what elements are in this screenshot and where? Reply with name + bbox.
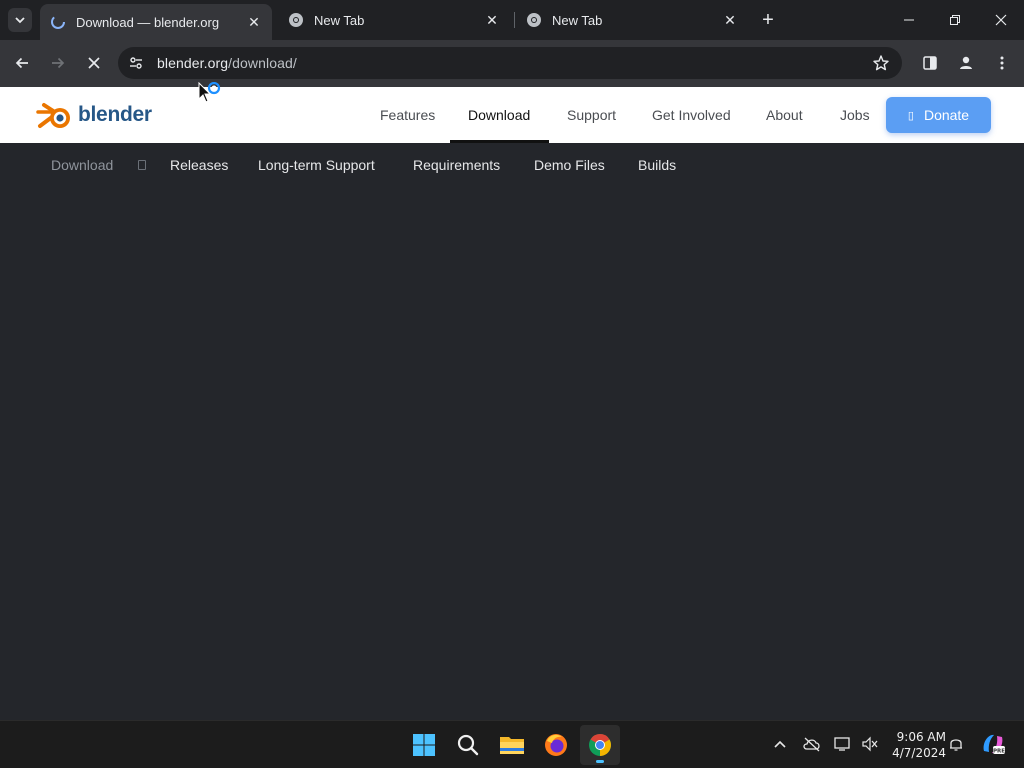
network-tray-button[interactable] [832, 733, 854, 755]
close-tab-icon[interactable]: ✕ [484, 12, 500, 28]
tab-download-blender[interactable]: Download — blender.org ✕ [40, 4, 272, 40]
menu-button[interactable] [987, 48, 1017, 78]
chevron-up-icon [774, 740, 786, 748]
close-window-button[interactable] [978, 0, 1024, 40]
tab-strip: Download — blender.org ✕ New Tab ✕ New T… [0, 0, 1024, 40]
blender-logo[interactable]: blender [36, 98, 152, 132]
system-clock[interactable]: 9:06 AM 4/7/2024 [886, 729, 946, 761]
restore-icon [950, 15, 960, 25]
tab-title: New Tab [552, 12, 603, 28]
site-settings-icon[interactable] [128, 55, 144, 71]
chrome-icon [589, 734, 611, 756]
url-text: blender.org/download/ [157, 55, 297, 71]
back-arrow-icon [15, 57, 28, 69]
clock-date: 4/7/2024 [892, 746, 946, 760]
subnav-builds[interactable]: Builds [638, 143, 676, 187]
side-panel-icon [923, 56, 937, 70]
donate-label: Donate [923, 107, 970, 123]
clock-time: 9:06 AM [896, 730, 946, 744]
mouse-cursor-busy-icon [198, 82, 221, 103]
network-icon [834, 737, 850, 751]
side-panel-button[interactable] [915, 48, 945, 78]
subnav-separator-icon [138, 160, 146, 170]
chrome-icon [289, 13, 303, 27]
subnav-releases[interactable]: Releases [170, 143, 228, 187]
nav-support[interactable]: Support [567, 87, 616, 143]
bell-icon [950, 739, 962, 751]
address-bar[interactable]: blender.org/download/ [118, 47, 902, 79]
loading-favicon-icon [51, 15, 65, 29]
nav-features[interactable]: Features [380, 87, 435, 143]
windows-logo-icon [413, 734, 435, 756]
folder-icon [500, 737, 524, 754]
minimize-button[interactable] [886, 0, 932, 40]
subnav-long-term-support[interactable]: Long-term Support [258, 143, 375, 187]
download-subnav: Download Releases Long-term Support Requ… [0, 143, 1024, 187]
chrome-taskbar-button[interactable] [580, 725, 620, 765]
url-host: blender.org [157, 55, 229, 71]
logo-text: blender [78, 103, 152, 126]
file-explorer-button[interactable] [492, 725, 532, 765]
tab-title: New Tab [314, 12, 365, 28]
copilot-button[interactable]: PRE [980, 731, 1006, 757]
tab-new-tab-1[interactable]: New Tab ✕ [278, 4, 510, 36]
web-page: blender Features Download Support Get In… [0, 87, 1024, 720]
forward-arrow-icon [52, 57, 65, 69]
nav-download[interactable]: Download [468, 87, 530, 143]
start-button[interactable] [404, 725, 444, 765]
heart-icon: ▯ [907, 109, 914, 122]
url-path: /download/ [228, 55, 297, 71]
restore-button[interactable] [932, 0, 978, 40]
svg-text:PRE: PRE [993, 749, 1005, 755]
stop-loading-button[interactable] [79, 48, 109, 78]
firefox-icon [545, 734, 567, 756]
blender-logo-icon [36, 103, 70, 128]
subnav-download[interactable]: Download [51, 143, 113, 187]
more-vert-icon [1000, 56, 1004, 70]
tab-title: Download — blender.org [76, 14, 220, 30]
active-app-indicator [596, 760, 604, 763]
chevron-down-icon [15, 17, 25, 24]
close-tab-icon[interactable]: ✕ [722, 12, 738, 28]
forward-button[interactable] [43, 48, 73, 78]
volume-tray-button[interactable] [859, 733, 881, 755]
nav-get-involved[interactable]: Get Involved [652, 87, 731, 143]
tab-new-tab-2[interactable]: New Tab ✕ [516, 4, 748, 36]
subnav-requirements[interactable]: Requirements [413, 143, 500, 187]
copilot-icon: PRE [983, 734, 1005, 755]
profile-button[interactable] [951, 48, 981, 78]
show-hidden-icons-button[interactable] [769, 733, 791, 755]
subnav-demo-files[interactable]: Demo Files [534, 143, 605, 187]
close-icon [995, 14, 1007, 26]
firefox-button[interactable] [536, 725, 576, 765]
chrome-icon [527, 13, 541, 27]
tab-search-button[interactable] [8, 8, 32, 32]
nav-jobs[interactable]: Jobs [840, 87, 870, 143]
bookmark-star-icon[interactable] [872, 54, 890, 72]
back-button[interactable] [7, 48, 37, 78]
site-header: blender Features Download Support Get In… [0, 87, 1024, 143]
volume-muted-icon [862, 736, 878, 752]
notifications-button[interactable] [945, 733, 967, 755]
browser-toolbar: blender.org/download/ [0, 40, 1024, 87]
new-tab-button[interactable]: + [756, 8, 780, 32]
stop-icon [88, 57, 100, 69]
windows-taskbar: 9:06 AM 4/7/2024 PRE [0, 720, 1024, 768]
tab-separator [514, 12, 515, 28]
search-button[interactable] [448, 725, 488, 765]
close-tab-icon[interactable]: ✕ [246, 14, 262, 30]
donate-button[interactable]: ▯ Donate [886, 97, 991, 133]
cloud-off-icon [803, 737, 820, 752]
onedrive-tray-button[interactable] [801, 733, 823, 755]
nav-about[interactable]: About [766, 87, 803, 143]
profile-icon [960, 56, 972, 69]
minimize-icon [904, 19, 914, 21]
search-icon [457, 734, 479, 756]
